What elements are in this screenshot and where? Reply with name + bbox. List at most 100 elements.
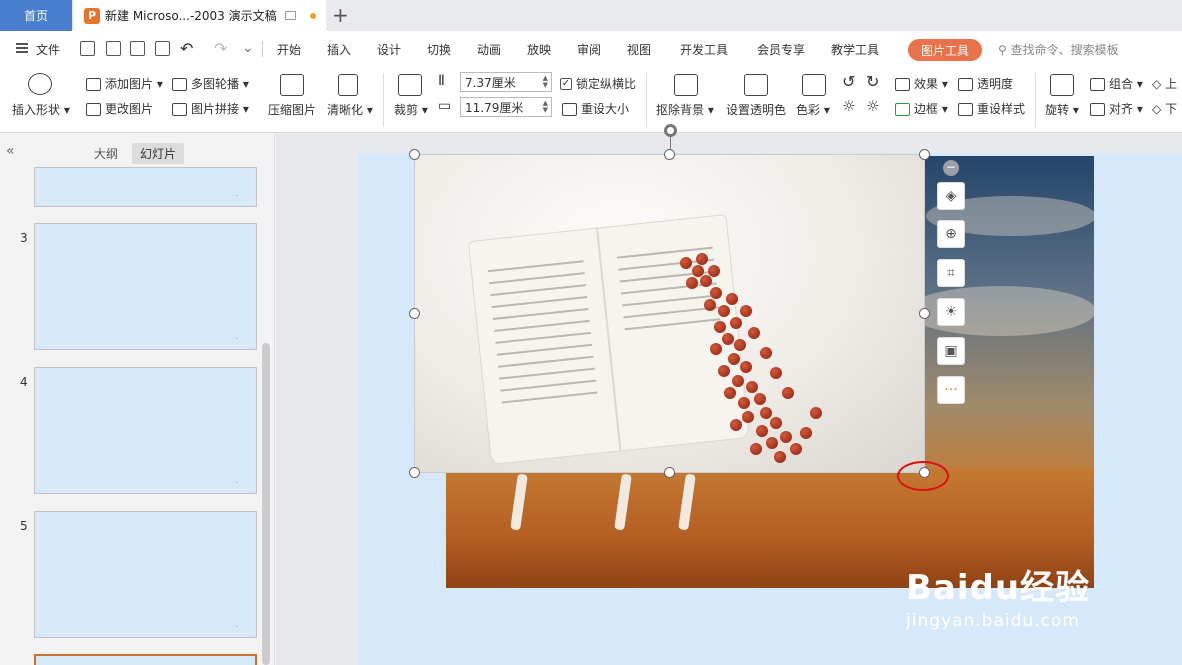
reset-style-icon [958,103,973,116]
resize-handle-left[interactable] [409,308,420,319]
preview-icon[interactable] [155,41,170,56]
menu-start[interactable]: 开始 [277,41,301,58]
menu-view[interactable]: 视图 [627,41,651,58]
panel-scrollbar[interactable] [262,343,270,665]
image-text-icon[interactable]: ▣ [937,337,965,365]
width-spinner-icon[interactable]: ▲ ▼ [543,75,548,89]
bring-forward-button[interactable]: ◇ 上 [1152,75,1177,92]
color-button[interactable]: 色彩 ▾ [796,101,830,118]
group-button[interactable]: 组合 ▾ [1090,75,1143,92]
selected-book-photo[interactable] [414,154,925,473]
resize-handle-top[interactable] [664,149,675,160]
slide-thumbnail-5[interactable]: . [34,511,257,638]
send-backward-button[interactable]: ◇ 下 [1152,100,1177,117]
crop-tool-icon[interactable]: ⌗ [937,259,965,287]
undo-icon[interactable]: ↶ [180,39,193,58]
rotate-icon[interactable] [1050,74,1074,96]
compress-icon[interactable] [280,74,304,96]
sharpen-button[interactable]: 清晰化 ▾ [327,101,373,118]
tab-slides[interactable]: 幻灯片 [132,143,185,164]
layers-icon[interactable]: ◈ [937,182,965,210]
height-input[interactable]: 11.79厘米 ▲ ▼ [460,97,552,117]
quick-access-dropdown-icon[interactable]: ⌄ [242,40,254,56]
slide-thumbnail-4[interactable]: . [34,367,257,494]
sharpen-icon[interactable] [338,74,358,96]
border-button[interactable]: 边框 ▾ [895,100,948,117]
change-picture-button[interactable]: 更改图片 [86,100,153,117]
export-icon[interactable] [106,41,121,56]
menu-teaching[interactable]: 教学工具 [831,41,879,58]
remove-background-icon[interactable] [674,74,698,96]
resize-handle-bottom[interactable] [664,467,675,478]
collapse-panel-icon[interactable]: « [6,143,15,159]
slide-thumbnail-3[interactable]: . [34,223,257,350]
idea-icon[interactable]: ☀ [937,298,965,326]
reset-size-button[interactable]: 重设大小 [562,100,629,117]
menu-member[interactable]: 会员专享 [757,41,805,58]
menu-transition[interactable]: 切换 [427,41,451,58]
save-icon[interactable] [80,41,95,56]
berry [724,387,736,399]
unsaved-dot-icon [309,12,316,19]
brightness-down-icon[interactable]: ☼ [866,97,879,115]
crop-button[interactable]: 裁剪 ▾ [394,101,428,118]
border-icon [895,103,910,116]
picture-stitch-button[interactable]: 图片拼接 ▾ [172,100,249,117]
menu-separator [262,41,263,57]
multi-carousel-button[interactable]: 多图轮播 ▾ [172,75,249,92]
slide-thumbnail-6[interactable] [34,654,257,665]
hamburger-menu-icon[interactable] [16,43,28,53]
brightness-up-icon[interactable]: ☼ [842,97,855,115]
rotate-button[interactable]: 旋转 ▾ [1045,101,1079,118]
menu-design[interactable]: 设计 [377,41,401,58]
slide-thumbnail-2[interactable]: . [34,167,257,207]
menu-picture-tools[interactable]: 图片工具 [908,39,982,61]
command-search[interactable]: ⚲ 查找命令、搜索模板 [998,41,1119,58]
slide-number: 3 [20,231,28,245]
change-picture-icon [86,103,101,116]
resize-handle-bottom-left[interactable] [409,467,420,478]
reset-style-button[interactable]: 重设样式 [958,100,1025,117]
remove-background-button[interactable]: 抠除背景 ▾ [656,101,714,118]
ribbon-separator [1035,73,1036,127]
height-spinner-icon[interactable]: ▲ ▼ [543,100,548,114]
berry [726,293,738,305]
menu-developer[interactable]: 开发工具 [680,41,728,58]
berry [710,287,722,299]
menu-review[interactable]: 审阅 [577,41,601,58]
resize-handle-top-right[interactable] [919,149,930,160]
zoom-icon[interactable]: ⊕ [937,220,965,248]
rotate-left-icon[interactable]: ↺ [842,72,855,91]
resize-handle-top-left[interactable] [409,149,420,160]
monitor-icon[interactable] [284,11,296,20]
resize-handle-right[interactable] [919,308,930,319]
rotate-right-icon[interactable]: ↻ [866,72,879,91]
menu-insert[interactable]: 插入 [327,41,351,58]
insert-shape-button[interactable]: 插入形状 ▾ [12,101,70,118]
tab-home[interactable]: 首页 [0,0,72,31]
width-input[interactable]: 7.37厘米 ▲ ▼ [460,72,552,92]
rotate-handle[interactable] [664,124,677,137]
insert-shape-icon[interactable] [28,73,52,95]
menu-animation[interactable]: 动画 [477,41,501,58]
lock-ratio-checkbox[interactable]: ✓ 锁定纵横比 [560,75,636,92]
set-transparent-button[interactable]: 设置透明色 [726,101,786,118]
collapse-toolbar-icon[interactable]: − [943,160,959,176]
add-picture-button[interactable]: 添加图片 ▾ [86,75,163,92]
crop-icon[interactable] [398,74,422,96]
transparent-color-icon[interactable] [744,74,768,96]
transparency-button[interactable]: 透明度 [958,75,1013,92]
tab-outline[interactable]: 大纲 [94,145,118,162]
menu-slideshow[interactable]: 放映 [527,41,551,58]
tab-document[interactable]: P 新建 Microso...-2003 演示文稿 [74,0,326,31]
redo-icon[interactable]: ↷ [214,39,227,58]
effects-button[interactable]: 效果 ▾ [895,75,948,92]
print-icon[interactable] [130,41,145,56]
color-icon[interactable] [802,74,826,96]
new-tab-plus-icon[interactable]: + [332,3,349,27]
compress-button[interactable]: 压缩图片 [268,101,316,118]
menu-file[interactable]: 文件 [36,41,60,58]
align-button[interactable]: 对齐 ▾ [1090,100,1143,117]
more-icon[interactable]: ··· [937,376,965,404]
berry [700,275,712,287]
